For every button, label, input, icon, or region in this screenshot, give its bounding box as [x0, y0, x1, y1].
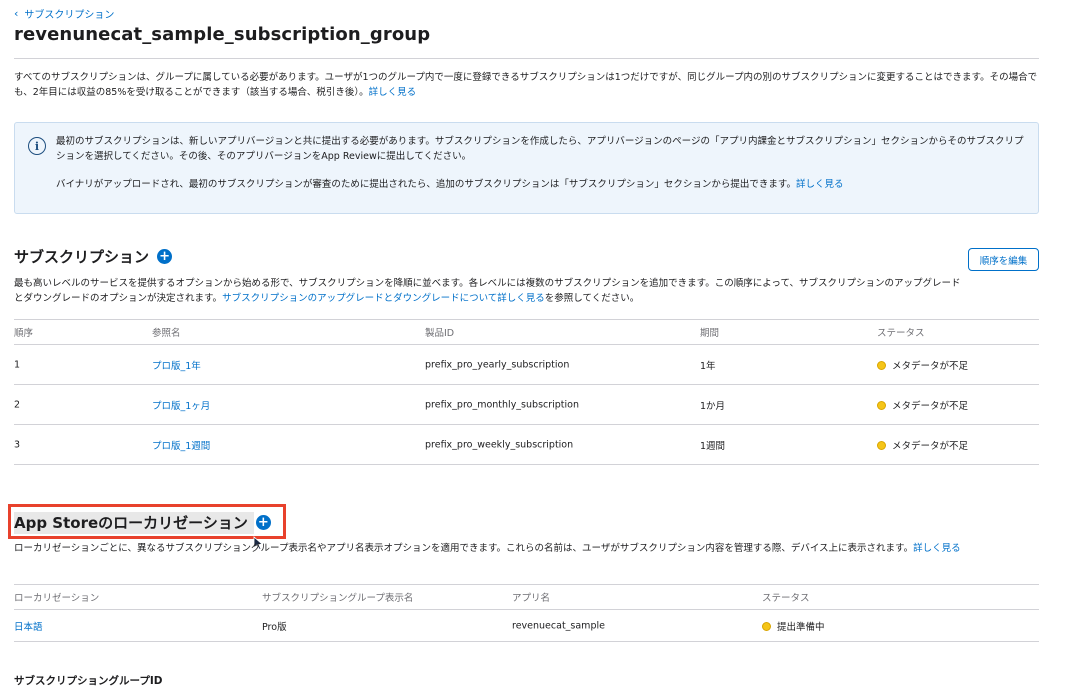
row-status-text: メタデータが不足: [892, 440, 969, 452]
column-header-group-display-name: サブスクリプショングループ表示名: [262, 593, 414, 604]
column-header-status: ステータス: [877, 328, 925, 339]
column-header-app-name: アプリ名: [512, 593, 551, 604]
page-title: revenunecat_sample_subscription_group: [14, 24, 431, 45]
row-order: 1: [14, 359, 21, 370]
localization-desc-body: ローカリゼーションごとに、異なるサブスクリプショングループ表示名やアプリ名表示オ…: [14, 543, 914, 554]
row-order: 3: [14, 439, 21, 450]
column-header-order: 順序: [14, 328, 34, 339]
row-status-text: メタデータが不足: [892, 360, 969, 372]
column-header-status: ステータス: [762, 593, 810, 604]
localization-learn-more-link[interactable]: 詳しく見る: [913, 543, 961, 554]
breadcrumb-parent-link[interactable]: サブスクリプション: [24, 6, 114, 21]
info-paragraph-1: 最初のサブスクリプションは、新しいアプリバージョンと共に提出する必要があります。…: [56, 136, 1024, 162]
table-row: 日本語 Pro版 revenuecat_sample 提出準備中: [14, 610, 1039, 642]
info-paragraph-2: バイナリがアップロードされ、最初のサブスクリプションが審査のために提出されたら、…: [56, 177, 1026, 192]
warning-status-dot-icon: [877, 360, 886, 370]
column-header-product-id: 製品ID: [425, 328, 455, 339]
subscriptions-title: サブスクリプション: [14, 248, 150, 266]
row-period: 1か月: [700, 400, 726, 412]
table-row: 2 プロ版_1ヶ月 prefix_pro_monthly_subscriptio…: [14, 385, 1039, 425]
row-product-id: prefix_pro_weekly_subscription: [425, 439, 574, 450]
row-status: 提出準備中: [762, 619, 825, 633]
row-reference-name-link[interactable]: プロ版_1週間: [152, 438, 210, 452]
warning-status-dot-icon: [877, 440, 886, 450]
row-status: メタデータが不足: [877, 358, 968, 372]
subscriptions-description: 最も高いレベルのサービスを提供するオプションから始める形で、サブスクリプションを…: [14, 276, 964, 306]
localization-description: ローカリゼーションごとに、異なるサブスクリプショングループ表示名やアプリ名表示オ…: [14, 541, 1039, 556]
subscriptions-table: 順序 参照名 製品ID 期間 ステータス 1 プロ版_1年 prefix_pro…: [14, 319, 1039, 465]
divider: [14, 58, 1039, 59]
chevron-left-icon: ‹: [14, 7, 19, 20]
intro-body: すべてのサブスクリプションは、グループに属している必要があります。ユーザが1つの…: [14, 72, 1038, 98]
row-product-id: prefix_pro_yearly_subscription: [425, 359, 570, 370]
add-localization-plus-icon[interactable]: +: [255, 515, 271, 530]
row-reference-name-link[interactable]: プロ版_1年: [152, 358, 201, 372]
row-status: メタデータが不足: [877, 438, 968, 452]
intro-text: すべてのサブスクリプションは、グループに属している必要があります。ユーザが1つの…: [14, 70, 1039, 100]
row-period: 1週間: [700, 440, 726, 452]
column-header-period: 期間: [700, 328, 720, 339]
info-box: i 最初のサブスクリプションは、新しいアプリバージョンと共に提出する必要がありま…: [14, 122, 1039, 214]
localization-title: App Storeのローカリゼーション: [14, 514, 248, 532]
row-display-name: Pro版: [262, 621, 287, 633]
table-header: 順序 参照名 製品ID 期間 ステータス: [14, 319, 1039, 345]
row-app-name: revenuecat_sample: [512, 620, 605, 631]
localization-table: ローカリゼーション サブスクリプショングループ表示名 アプリ名 ステータス 日本…: [14, 584, 1039, 642]
warning-status-dot-icon: [877, 400, 886, 410]
row-order: 2: [14, 399, 21, 410]
subscriptions-heading: サブスクリプション +: [14, 246, 173, 267]
breadcrumb[interactable]: ‹ サブスクリプション: [14, 6, 114, 21]
table-row: 3 プロ版_1週間 prefix_pro_weekly_subscription…: [14, 425, 1039, 465]
row-status-text: メタデータが不足: [892, 400, 969, 412]
row-status-text: 提出準備中: [777, 621, 825, 633]
info-learn-more-link[interactable]: 詳しく見る: [796, 179, 844, 190]
row-period: 1年: [700, 360, 716, 372]
row-product-id: prefix_pro_monthly_subscription: [425, 399, 580, 410]
column-header-reference-name: 参照名: [152, 328, 181, 339]
info-paragraph-2-body: バイナリがアップロードされ、最初のサブスクリプションが審査のために提出されたら、…: [56, 179, 796, 190]
upgrade-downgrade-learn-more-link[interactable]: サブスクリプションのアップグレードとダウングレードについて詳しく見る: [222, 293, 545, 304]
intro-learn-more-link[interactable]: 詳しく見る: [369, 87, 417, 98]
localization-heading: App Storeのローカリゼーション +: [14, 512, 271, 533]
subscriptions-desc-suffix: を参照してください。: [544, 293, 640, 304]
edit-order-button[interactable]: 順序を編集: [968, 248, 1039, 271]
column-header-localization: ローカリゼーション: [14, 593, 100, 604]
row-status: メタデータが不足: [877, 398, 968, 412]
table-row: 1 プロ版_1年 prefix_pro_yearly_subscription …: [14, 345, 1039, 385]
add-subscription-plus-icon[interactable]: +: [157, 249, 173, 264]
row-locale-link[interactable]: 日本語: [14, 619, 43, 633]
group-id-label: サブスクリプショングループID: [14, 675, 163, 687]
row-reference-name-link[interactable]: プロ版_1ヶ月: [152, 398, 210, 412]
table-header: ローカリゼーション サブスクリプショングループ表示名 アプリ名 ステータス: [14, 584, 1039, 610]
warning-status-dot-icon: [762, 621, 771, 631]
info-icon: i: [28, 137, 46, 155]
